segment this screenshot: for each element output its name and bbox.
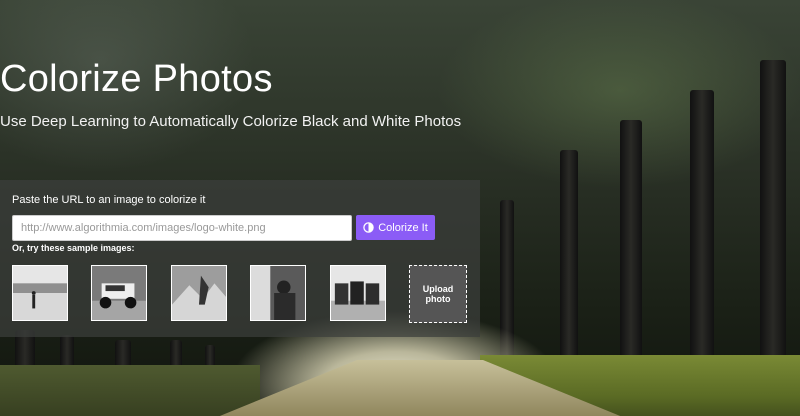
upload-photo-button[interactable]: Upload photo bbox=[409, 265, 467, 323]
image-url-input[interactable] bbox=[12, 215, 352, 241]
sample-image-mountain-person[interactable] bbox=[171, 265, 227, 321]
url-prompt-label: Paste the URL to an image to colorize it bbox=[12, 194, 206, 206]
sample-image-cows[interactable] bbox=[330, 265, 386, 321]
page-title: Colorize Photos bbox=[0, 58, 273, 100]
sample-image-race-car[interactable] bbox=[91, 265, 147, 321]
page-subtitle: Use Deep Learning to Automatically Color… bbox=[0, 113, 462, 130]
colorize-button[interactable]: Colorize It bbox=[356, 215, 435, 240]
sample-image-portrait[interactable] bbox=[250, 265, 306, 321]
samples-label: Or, try these sample images: bbox=[12, 243, 135, 253]
colorize-panel: Paste the URL to an image to colorize it… bbox=[0, 180, 480, 337]
upload-photo-label: Upload photo bbox=[422, 284, 454, 304]
colorize-button-label: Colorize It bbox=[378, 221, 428, 234]
sample-image-beach[interactable] bbox=[12, 265, 68, 321]
contrast-icon bbox=[363, 222, 374, 233]
